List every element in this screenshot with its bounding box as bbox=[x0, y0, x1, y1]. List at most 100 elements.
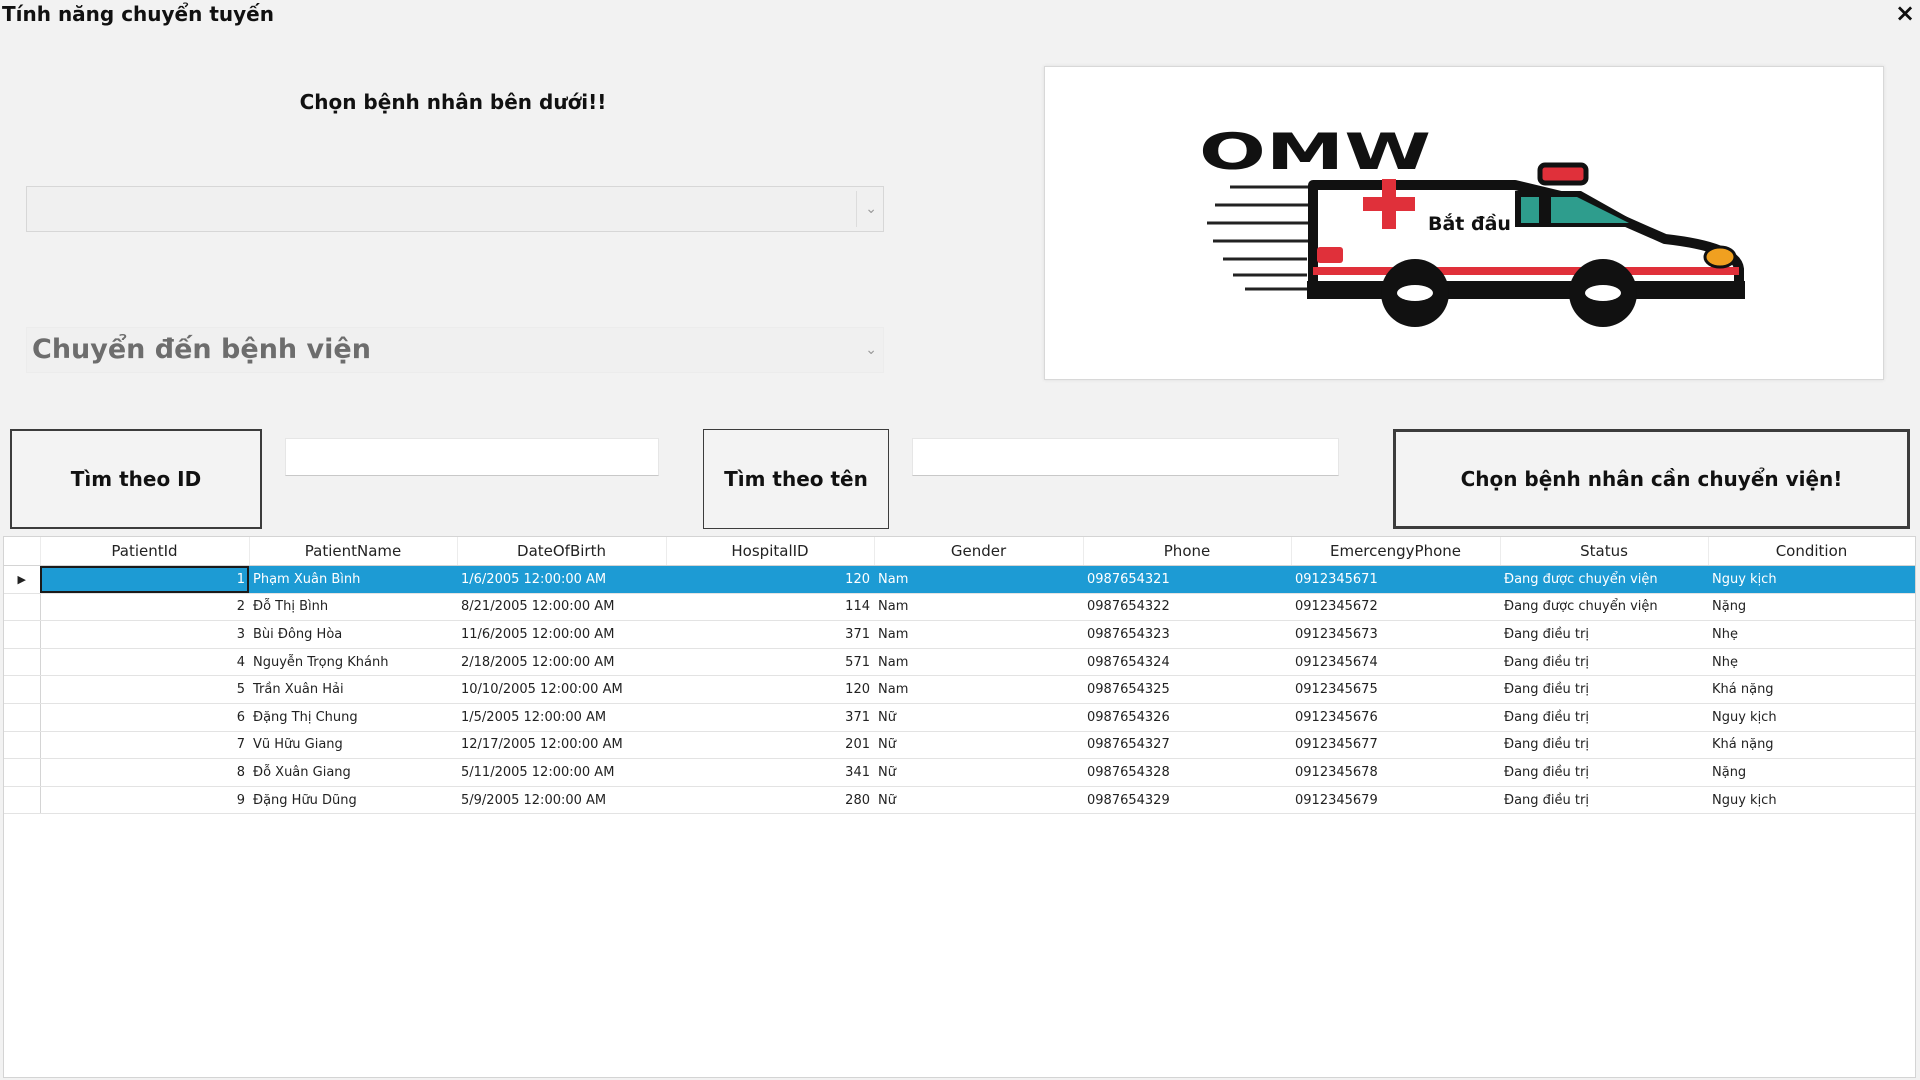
table-cell[interactable]: 0912345674 bbox=[1291, 648, 1500, 677]
table-cell[interactable]: 0987654326 bbox=[1083, 703, 1291, 732]
table-cell[interactable]: 0987654324 bbox=[1083, 648, 1291, 677]
table-cell[interactable]: 0987654321 bbox=[1083, 565, 1291, 594]
table-cell[interactable]: 201 bbox=[666, 731, 874, 760]
table-cell[interactable]: 5/9/2005 12:00:00 AM bbox=[457, 786, 666, 815]
row-header[interactable] bbox=[4, 648, 41, 677]
table-cell[interactable]: 0987654327 bbox=[1083, 731, 1291, 760]
table-cell[interactable]: Đặng Thị Chung bbox=[249, 703, 457, 732]
table-cell[interactable]: 0912345671 bbox=[1291, 565, 1500, 594]
column-header[interactable]: PatientName bbox=[249, 537, 458, 566]
table-cell[interactable]: 3 bbox=[40, 620, 249, 649]
table-cell[interactable]: 371 bbox=[666, 703, 874, 732]
column-header[interactable]: Status bbox=[1500, 537, 1709, 566]
table-cell[interactable]: 0987654325 bbox=[1083, 675, 1291, 704]
table-cell[interactable]: Nữ bbox=[874, 758, 1083, 787]
table-row[interactable]: 8 Đỗ Xuân Giang 5/11/2005 12:00:00 AM 341 Nữ… bbox=[4, 758, 1915, 787]
table-cell[interactable]: Đang điều trị bbox=[1500, 731, 1708, 760]
table-cell[interactable]: Đang điều trị bbox=[1500, 620, 1708, 649]
table-row[interactable]: 6 Đặng Thị Chung 1/5/2005 12:00:00 AM 371 Nữ… bbox=[4, 703, 1915, 732]
table-cell[interactable]: 2/18/2005 12:00:00 AM bbox=[457, 648, 666, 677]
table-cell[interactable]: 0987654328 bbox=[1083, 758, 1291, 787]
table-cell[interactable]: Nam bbox=[874, 620, 1083, 649]
table-cell[interactable]: Nhẹ bbox=[1708, 648, 1915, 677]
table-cell[interactable]: 8 bbox=[40, 758, 249, 787]
patients-grid[interactable]: PatientId PatientName DateOfBirth Hospit… bbox=[3, 536, 1916, 1078]
table-cell[interactable]: 0987654322 bbox=[1083, 593, 1291, 622]
table-cell[interactable]: 5 bbox=[40, 675, 249, 704]
table-cell[interactable]: Vũ Hữu Giang bbox=[249, 731, 457, 760]
column-header[interactable]: PatientId bbox=[40, 537, 250, 566]
chevron-down-icon[interactable]: ⌄ bbox=[865, 342, 877, 358]
table-cell[interactable]: Nữ bbox=[874, 731, 1083, 760]
table-cell[interactable]: 341 bbox=[666, 758, 874, 787]
table-cell[interactable]: Bùi Đông Hòa bbox=[249, 620, 457, 649]
table-cell[interactable]: Đang điều trị bbox=[1500, 648, 1708, 677]
table-cell[interactable]: Nguy kịch bbox=[1708, 703, 1915, 732]
table-cell[interactable]: 0912345672 bbox=[1291, 593, 1500, 622]
table-cell[interactable]: 114 bbox=[666, 593, 874, 622]
table-cell[interactable]: Nam bbox=[874, 593, 1083, 622]
table-cell[interactable]: 1 bbox=[40, 565, 249, 594]
table-row[interactable]: 7 Vũ Hữu Giang 12/17/2005 12:00:00 AM 201 Nữ… bbox=[4, 731, 1915, 760]
find-by-id-button[interactable]: Tìm theo ID bbox=[10, 429, 262, 529]
table-cell[interactable]: 11/6/2005 12:00:00 AM bbox=[457, 620, 666, 649]
table-cell[interactable]: 6 bbox=[40, 703, 249, 732]
table-cell[interactable]: 371 bbox=[666, 620, 874, 649]
column-header[interactable]: HospitalID bbox=[666, 537, 875, 566]
table-cell[interactable]: 0912345673 bbox=[1291, 620, 1500, 649]
table-cell[interactable]: 0912345675 bbox=[1291, 675, 1500, 704]
table-cell[interactable]: 280 bbox=[666, 786, 874, 815]
table-cell[interactable]: Khá nặng bbox=[1708, 731, 1915, 760]
row-header[interactable] bbox=[4, 786, 41, 815]
table-cell[interactable]: Đỗ Thị Bình bbox=[249, 593, 457, 622]
table-cell[interactable]: Nhẹ bbox=[1708, 620, 1915, 649]
table-row[interactable]: 2 Đỗ Thị Bình 8/21/2005 12:00:00 AM 114 Nam 0… bbox=[4, 593, 1915, 622]
table-cell[interactable]: 0912345678 bbox=[1291, 758, 1500, 787]
table-row[interactable]: ▶ 1 Phạm Xuân Bình 1/6/2005 12:00:00 AM 120 N… bbox=[4, 565, 1915, 594]
table-cell[interactable]: 120 bbox=[666, 565, 874, 594]
table-cell[interactable]: Nguy kịch bbox=[1708, 786, 1915, 815]
table-cell[interactable]: Nguy kịch bbox=[1708, 565, 1915, 594]
row-header[interactable]: ▶ bbox=[4, 565, 41, 594]
find-by-name-button[interactable]: Tìm theo tên bbox=[703, 429, 889, 529]
table-cell[interactable]: Đang được chuyển viện bbox=[1500, 593, 1708, 622]
hospital-combobox[interactable]: Chuyển đến bệnh viện ⌄ bbox=[26, 327, 884, 373]
table-row[interactable]: 4 Nguyễn Trọng Khánh 2/18/2005 12:00:00 AM… bbox=[4, 648, 1915, 677]
row-header[interactable] bbox=[4, 703, 41, 732]
name-search-input[interactable] bbox=[912, 438, 1339, 476]
row-header[interactable] bbox=[4, 731, 41, 760]
table-row[interactable]: 3 Bùi Đông Hòa 11/6/2005 12:00:00 AM 371 Nam… bbox=[4, 620, 1915, 649]
table-cell[interactable]: 0912345677 bbox=[1291, 731, 1500, 760]
table-cell[interactable]: Đang điều trị bbox=[1500, 758, 1708, 787]
table-cell[interactable]: 8/21/2005 12:00:00 AM bbox=[457, 593, 666, 622]
column-header[interactable]: Gender bbox=[874, 537, 1084, 566]
table-cell[interactable]: 7 bbox=[40, 731, 249, 760]
chevron-down-icon[interactable]: ⌄ bbox=[865, 201, 877, 217]
table-cell[interactable]: 2 bbox=[40, 593, 249, 622]
table-cell[interactable]: Nặng bbox=[1708, 593, 1915, 622]
column-header[interactable]: EmercengyPhone bbox=[1291, 537, 1501, 566]
table-cell[interactable]: Trần Xuân Hải bbox=[249, 675, 457, 704]
table-cell[interactable]: 0987654329 bbox=[1083, 786, 1291, 815]
column-header[interactable]: Phone bbox=[1083, 537, 1292, 566]
table-cell[interactable]: Nữ bbox=[874, 703, 1083, 732]
table-cell[interactable]: 1/5/2005 12:00:00 AM bbox=[457, 703, 666, 732]
table-cell[interactable]: 0912345679 bbox=[1291, 786, 1500, 815]
table-cell[interactable]: Nữ bbox=[874, 786, 1083, 815]
row-header[interactable] bbox=[4, 593, 41, 622]
id-search-input[interactable] bbox=[285, 438, 659, 476]
table-cell[interactable]: 120 bbox=[666, 675, 874, 704]
table-cell[interactable]: Nam bbox=[874, 675, 1083, 704]
row-header[interactable] bbox=[4, 675, 41, 704]
table-cell[interactable]: Nặng bbox=[1708, 758, 1915, 787]
table-cell[interactable]: 0987654323 bbox=[1083, 620, 1291, 649]
table-cell[interactable]: 571 bbox=[666, 648, 874, 677]
table-cell[interactable]: Nam bbox=[874, 648, 1083, 677]
table-cell[interactable]: 0912345676 bbox=[1291, 703, 1500, 732]
table-cell[interactable]: 10/10/2005 12:00:00 AM bbox=[457, 675, 666, 704]
patient-combobox[interactable]: ⌄ bbox=[26, 186, 884, 232]
table-cell[interactable]: Nam bbox=[874, 565, 1083, 594]
table-cell[interactable]: 9 bbox=[40, 786, 249, 815]
table-cell[interactable]: Khá nặng bbox=[1708, 675, 1915, 704]
table-cell[interactable]: Đặng Hữu Dũng bbox=[249, 786, 457, 815]
